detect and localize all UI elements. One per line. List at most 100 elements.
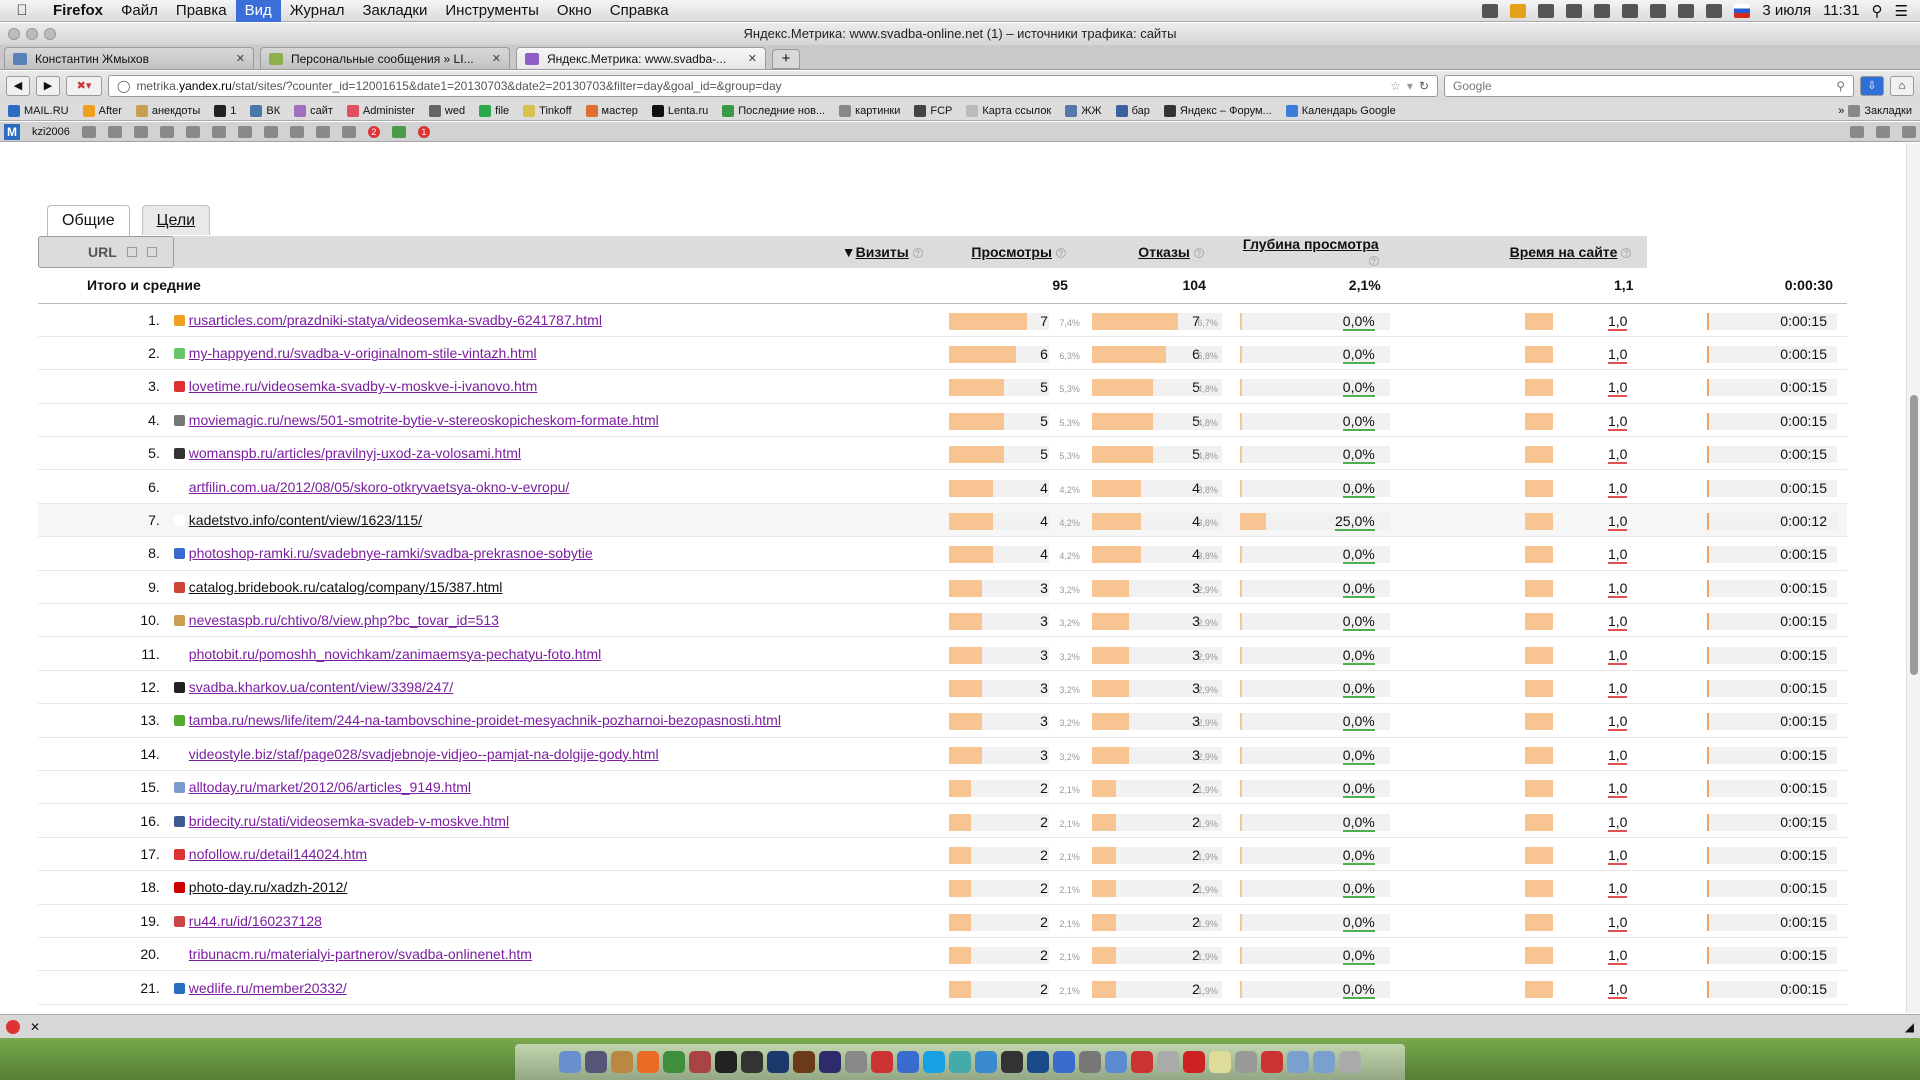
notification-badge[interactable]: 2 (367, 125, 380, 138)
terminal-dock-icon[interactable] (715, 1051, 737, 1073)
username-label[interactable]: kzi2006 (32, 126, 70, 138)
apps-dock-icon[interactable] (1157, 1051, 1179, 1073)
menu-tools[interactable]: Инструменты (436, 2, 548, 19)
search-engine-label[interactable]: Google (1453, 79, 1492, 93)
vertical-scrollbar[interactable] (1906, 143, 1920, 1013)
battery-icon[interactable] (1622, 3, 1639, 18)
header-visits-label[interactable]: Визиты (856, 244, 909, 260)
source-url-link[interactable]: tamba.ru/news/life/item/244-na-tambovsch… (189, 712, 781, 728)
finder-dock-icon[interactable] (559, 1051, 581, 1073)
clock-time[interactable]: 11:31 (1823, 2, 1859, 19)
menu-help[interactable]: Справка (601, 2, 678, 19)
address-bar[interactable]: ◯ metrika.yandex.ru/stat/sites/?counter_… (108, 75, 1438, 97)
help-icon[interactable] (1902, 125, 1916, 138)
flash-dock-icon[interactable] (1261, 1051, 1283, 1073)
xcode-dock-icon[interactable] (897, 1051, 919, 1073)
url-dropdown-icon[interactable]: ▾ (1407, 79, 1413, 93)
source-url-link[interactable]: photobit.ru/pomoshh_novichkam/zanimaemsy… (189, 646, 601, 662)
bluetooth-dock-icon[interactable] (1053, 1051, 1075, 1073)
menu-history[interactable]: Журнал (281, 2, 354, 19)
bookmark-item[interactable]: MAIL.RU (8, 104, 69, 117)
close-window-button[interactable] (8, 28, 20, 40)
network-dock-icon[interactable] (949, 1051, 971, 1073)
source-url-link[interactable]: wedlife.ru/member20332/ (189, 980, 347, 996)
close-tab-icon[interactable]: ✕ (748, 52, 757, 65)
status-icon[interactable] (391, 125, 406, 138)
menu-view[interactable]: Вид (235, 0, 281, 22)
chrome-dock-icon[interactable] (663, 1051, 685, 1073)
source-url-link[interactable]: videostyle.biz/staf/page028/svadjebnoje-… (189, 746, 659, 762)
bookmark-item[interactable]: сайт (294, 104, 333, 117)
header-visits[interactable]: ▼Визиты? (173, 236, 939, 268)
bookmark-item[interactable]: картинки (839, 104, 900, 117)
source-url-link[interactable]: lovetime.ru/videosemka-svadby-v-moskve-i… (189, 378, 538, 394)
puzzle-icon[interactable] (315, 125, 330, 138)
bookmark-item[interactable]: анекдоты (135, 104, 200, 117)
firefox-dock-icon[interactable] (637, 1051, 659, 1073)
bookmark-item[interactable]: After (82, 104, 122, 117)
calendar-dock-icon[interactable] (1131, 1051, 1153, 1073)
source-url-link[interactable]: bridecity.ru/stati/videosemka-svadeb-v-m… (189, 813, 509, 829)
source-url-link[interactable]: ru44.ru/id/160237128 (189, 913, 322, 929)
photos-dock-icon[interactable] (611, 1051, 633, 1073)
source-url-link[interactable]: photo-day.ru/xadzh-2012/ (189, 879, 348, 895)
bookmark-item[interactable]: Lenta.ru (651, 104, 708, 117)
bookmark-item[interactable]: мастер (585, 104, 638, 117)
aftereffects-dock-icon[interactable] (819, 1051, 841, 1073)
angrybirds-dock-icon[interactable] (871, 1051, 893, 1073)
home-button[interactable]: ⌂ (1890, 76, 1914, 96)
forward-button[interactable]: ▶ (36, 76, 60, 96)
translate-icon[interactable] (237, 125, 252, 138)
tray-mail-icon[interactable] (1538, 3, 1555, 18)
menu-window[interactable]: Окно (548, 2, 601, 19)
tab-vk[interactable]: Константин Жмыхов ✕ (4, 47, 254, 69)
source-url-link[interactable]: nevestaspb.ru/chtivo/8/view.php?bc_tovar… (189, 612, 499, 628)
help-icon[interactable]: ? (1055, 248, 1066, 259)
header-depth-label[interactable]: Глубина просмотра (1243, 236, 1379, 252)
source-url-link[interactable]: artfilin.com.ua/2012/08/05/skoro-otkryva… (189, 479, 570, 495)
tool-dock-icon[interactable] (845, 1051, 867, 1073)
tray-message-icon[interactable] (1566, 3, 1583, 18)
filezilla-dock-icon[interactable] (1183, 1051, 1205, 1073)
yandex-icon[interactable] (159, 125, 174, 138)
bookmark-item[interactable]: Календарь Google (1285, 104, 1396, 117)
header-bounce-label[interactable]: Отказы (1138, 244, 1190, 260)
help-icon[interactable]: ? (912, 248, 923, 259)
mail-agent-icon[interactable]: M (4, 123, 20, 140)
clock-date[interactable]: 3 июля (1762, 2, 1811, 19)
bookmark-item[interactable]: 1 (214, 104, 236, 117)
illustrator-dock-icon[interactable] (793, 1051, 815, 1073)
addon-right-icon[interactable] (1850, 125, 1864, 138)
spotlight-search-icon[interactable]: ⚲ (1872, 2, 1883, 20)
notification-list-icon[interactable]: ☰ (1895, 2, 1908, 20)
header-views-label[interactable]: Просмотры (971, 244, 1052, 260)
header-depth[interactable]: Глубина просмотра? (1219, 236, 1395, 268)
source-url-link[interactable]: moviemagic.ru/news/501-smotrite-bytie-v-… (189, 412, 659, 428)
help-icon[interactable]: ? (1193, 248, 1204, 259)
zoom-window-button[interactable] (44, 28, 56, 40)
source-url-link[interactable]: womanspb.ru/articles/pravilnyj-uxod-za-v… (189, 445, 521, 461)
back-button[interactable]: ◀ (6, 76, 30, 96)
resize-grip-icon[interactable]: ◢ (1905, 1020, 1914, 1034)
header-time-label[interactable]: Время на сайте (1510, 244, 1618, 260)
bookmark-item[interactable]: Карта ссылок (966, 104, 1051, 117)
bookmark-item[interactable]: Яндекс – Форум... (1163, 104, 1272, 117)
bookmark-item[interactable]: бар (1115, 104, 1150, 117)
lock-icon[interactable] (289, 125, 304, 138)
finalcut-dock-icon[interactable] (741, 1051, 763, 1073)
menu-edit[interactable]: Правка (167, 2, 236, 19)
activity-dock-icon[interactable] (1001, 1051, 1023, 1073)
adblock-icon[interactable] (6, 1019, 20, 1034)
tab-messages[interactable]: Персональные сообщения » LI... ✕ (260, 47, 510, 69)
source-url-link[interactable]: catalog.bridebook.ru/catalog/company/15/… (189, 579, 503, 595)
tab-metrika[interactable]: Яндекс.Метрика: www.svadba-... ✕ (516, 47, 766, 69)
menu-app-firefox[interactable]: Firefox (44, 2, 112, 19)
bookmark-item[interactable]: Administer (346, 104, 415, 117)
bookmark-item[interactable]: Tinkoff (523, 104, 572, 117)
search-icon[interactable]: ⚲ (1836, 79, 1845, 93)
globe-icon[interactable] (263, 125, 278, 138)
notes-dock-icon[interactable] (1209, 1051, 1231, 1073)
display-icon[interactable] (1594, 3, 1611, 18)
source-url-link[interactable]: rusarticles.com/prazdniki-statya/videose… (189, 312, 602, 328)
mail-dock-icon[interactable] (1105, 1051, 1127, 1073)
